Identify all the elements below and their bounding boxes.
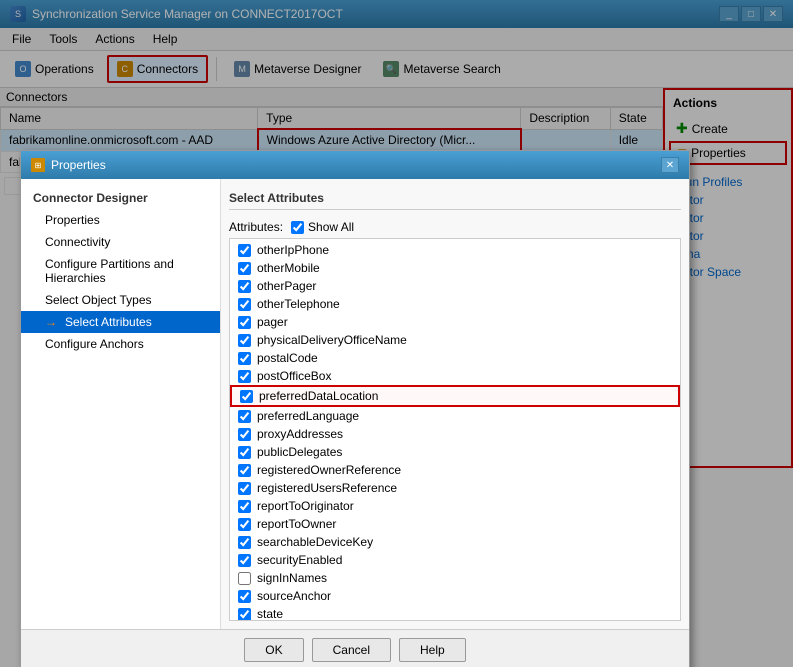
attr-label: searchableDeviceKey [257, 535, 373, 549]
attr-checkbox[interactable] [238, 410, 251, 423]
attr-label: reportToOwner [257, 517, 336, 531]
attr-item[interactable]: registeredOwnerReference [230, 461, 680, 479]
attr-item[interactable]: proxyAddresses [230, 425, 680, 443]
attr-checkbox[interactable] [238, 262, 251, 275]
attr-checkbox[interactable] [238, 280, 251, 293]
attr-label: otherTelephone [257, 297, 340, 311]
nav-connectivity[interactable]: Connectivity [21, 231, 220, 253]
attr-label: registeredOwnerReference [257, 463, 401, 477]
modal-sidebar-header: Connector Designer [21, 187, 220, 209]
show-all-checkbox[interactable] [291, 221, 304, 234]
attr-item[interactable]: physicalDeliveryOfficeName [230, 331, 680, 349]
attr-item[interactable]: pager [230, 313, 680, 331]
attr-item[interactable]: searchableDeviceKey [230, 533, 680, 551]
attr-label: proxyAddresses [257, 427, 343, 441]
attr-checkbox[interactable] [238, 244, 251, 257]
attributes-label: Attributes: [229, 220, 283, 234]
nav-configure-partitions[interactable]: Configure Partitions and Hierarchies [21, 253, 220, 289]
attr-item[interactable]: publicDelegates [230, 443, 680, 461]
modal-sidebar: Connector Designer Properties Connectivi… [21, 179, 221, 629]
attr-label: postalCode [257, 351, 318, 365]
nav-select-object-types[interactable]: Select Object Types [21, 289, 220, 311]
attr-item[interactable]: sourceAnchor [230, 587, 680, 605]
modal-overlay: ⊞ Properties ✕ Connector Designer Proper… [0, 0, 793, 667]
attr-checkbox[interactable] [238, 428, 251, 441]
properties-dialog: ⊞ Properties ✕ Connector Designer Proper… [20, 150, 690, 667]
attr-label: postOfficeBox [257, 369, 331, 383]
attr-item[interactable]: registeredUsersReference [230, 479, 680, 497]
attr-item[interactable]: reportToOwner [230, 515, 680, 533]
modal-icon: ⊞ [31, 158, 45, 172]
attr-checkbox[interactable] [238, 334, 251, 347]
attr-item[interactable]: postOfficeBox [230, 367, 680, 385]
attr-label: physicalDeliveryOfficeName [257, 333, 407, 347]
attr-checkbox[interactable] [238, 500, 251, 513]
modal-content-header: Select Attributes [229, 187, 681, 210]
attr-checkbox[interactable] [238, 572, 251, 585]
modal-title-text: Properties [51, 158, 106, 172]
attr-label: preferredDataLocation [259, 389, 378, 403]
attr-item[interactable]: reportToOriginator [230, 497, 680, 515]
help-button[interactable]: Help [399, 638, 466, 662]
attributes-toolbar: Attributes: Show All [229, 216, 681, 238]
nav-configure-anchors[interactable]: Configure Anchors [21, 333, 220, 355]
attr-item[interactable]: preferredDataLocation [230, 385, 680, 407]
attr-item[interactable]: preferredLanguage [230, 407, 680, 425]
attributes-list[interactable]: otherIpPhone otherMobile otherPager otherTe… [229, 238, 681, 621]
attr-label: reportToOriginator [257, 499, 354, 513]
attr-item[interactable]: otherTelephone [230, 295, 680, 313]
attr-item[interactable]: postalCode [230, 349, 680, 367]
nav-select-attributes[interactable]: → Select Attributes [21, 311, 220, 333]
modal-titlebar: ⊞ Properties ✕ [21, 151, 689, 179]
attr-checkbox[interactable] [238, 608, 251, 621]
attr-label: signInNames [257, 571, 327, 585]
attr-label: securityEnabled [257, 553, 342, 567]
modal-content: Select Attributes Attributes: Show All o… [221, 179, 689, 629]
attr-checkbox[interactable] [240, 390, 253, 403]
attr-checkbox[interactable] [238, 590, 251, 603]
modal-body: Connector Designer Properties Connectivi… [21, 179, 689, 629]
attr-item[interactable]: securityEnabled [230, 551, 680, 569]
attr-checkbox[interactable] [238, 464, 251, 477]
attr-checkbox[interactable] [238, 518, 251, 531]
modal-footer: OK Cancel Help [21, 629, 689, 667]
attr-item[interactable]: otherIpPhone [230, 241, 680, 259]
attr-item[interactable]: state [230, 605, 680, 621]
attr-item[interactable]: otherMobile [230, 259, 680, 277]
attr-checkbox[interactable] [238, 446, 251, 459]
attr-checkbox[interactable] [238, 536, 251, 549]
attr-label: sourceAnchor [257, 589, 331, 603]
attr-label: otherIpPhone [257, 243, 329, 257]
attr-label: state [257, 607, 283, 621]
attr-checkbox[interactable] [238, 316, 251, 329]
attr-label: publicDelegates [257, 445, 342, 459]
modal-close-button[interactable]: ✕ [661, 157, 679, 173]
nav-properties[interactable]: Properties [21, 209, 220, 231]
active-nav-arrow: → [45, 315, 57, 329]
attr-checkbox[interactable] [238, 482, 251, 495]
attr-item[interactable]: otherPager [230, 277, 680, 295]
attr-checkbox[interactable] [238, 370, 251, 383]
attr-checkbox[interactable] [238, 298, 251, 311]
attr-label: otherPager [257, 279, 316, 293]
attr-checkbox[interactable] [238, 352, 251, 365]
attr-label: preferredLanguage [257, 409, 359, 423]
attr-label: pager [257, 315, 288, 329]
attr-checkbox[interactable] [238, 554, 251, 567]
ok-button[interactable]: OK [244, 638, 303, 662]
attr-item[interactable]: signInNames [230, 569, 680, 587]
attr-label: otherMobile [257, 261, 320, 275]
show-all-check[interactable]: Show All [291, 220, 354, 234]
show-all-label: Show All [308, 220, 354, 234]
cancel-button[interactable]: Cancel [312, 638, 391, 662]
attr-label: registeredUsersReference [257, 481, 397, 495]
